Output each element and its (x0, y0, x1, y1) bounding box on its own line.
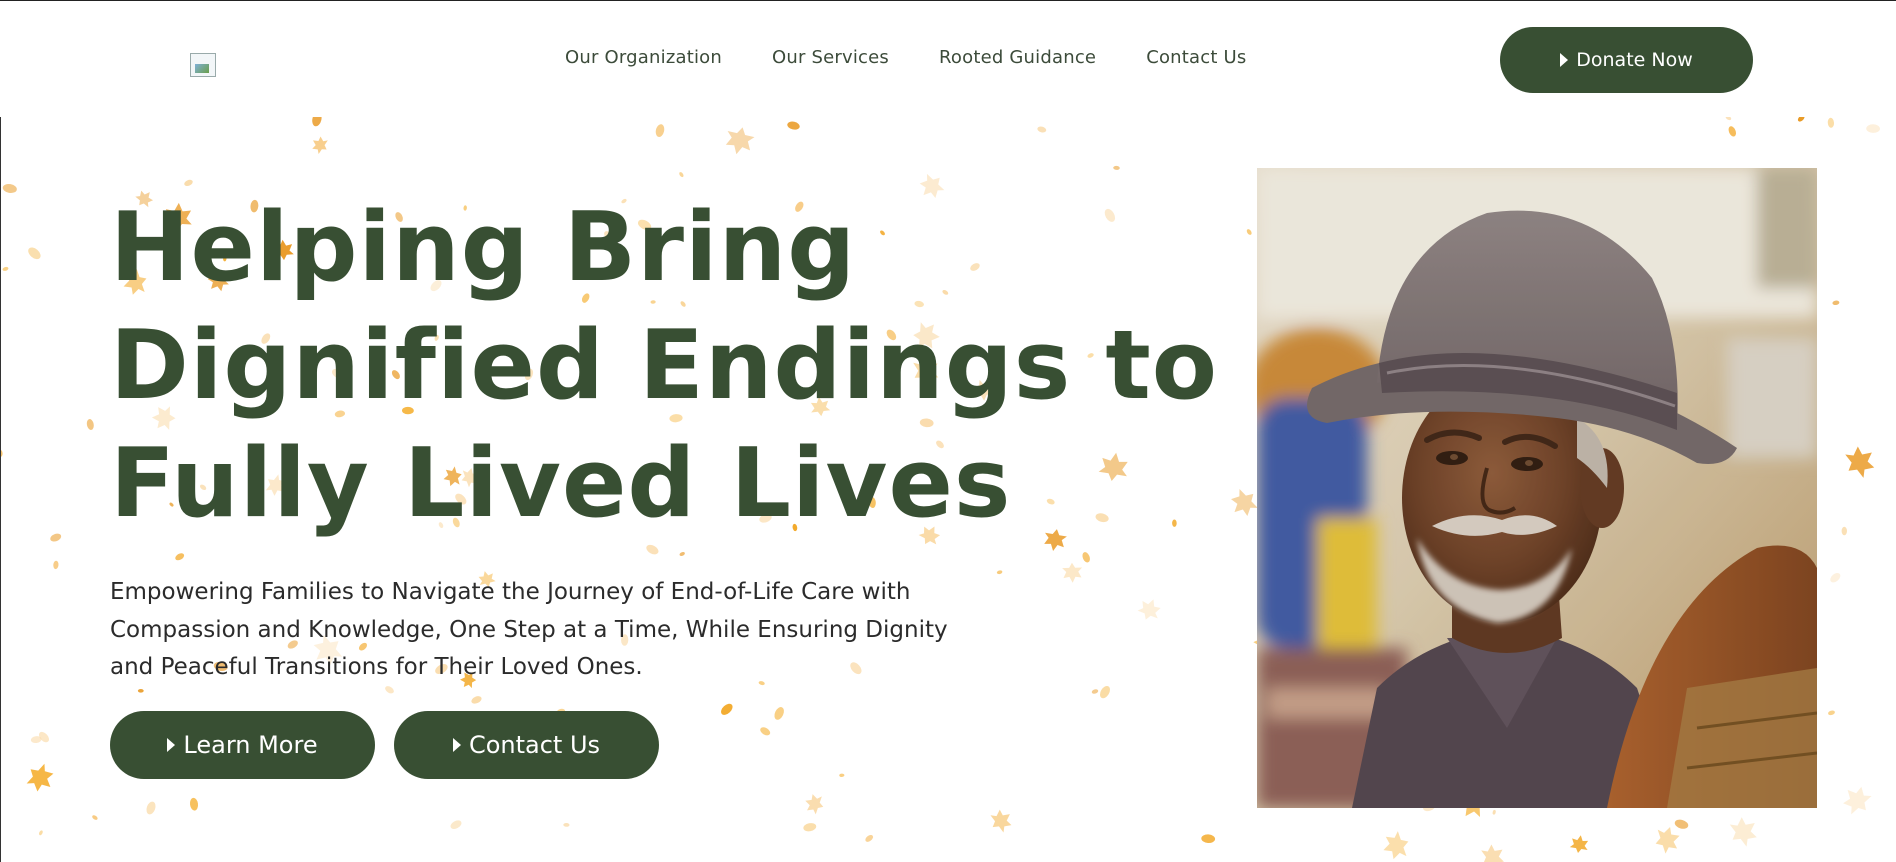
leaf-fleck (1201, 834, 1216, 844)
leaf-fleck (39, 830, 43, 836)
leaf-fleck (2, 266, 9, 271)
leaf-icon (990, 809, 1012, 833)
leaf-fleck (646, 544, 659, 555)
leaf-fleck (865, 834, 874, 842)
leaf-fleck (1827, 117, 1835, 128)
leaf-fleck (1100, 685, 1110, 699)
leaf-icon (1383, 831, 1409, 860)
leaf-fleck (175, 553, 185, 561)
leaf-fleck (184, 179, 193, 187)
leaf-fleck (721, 703, 733, 715)
leaf-fleck (1828, 710, 1835, 716)
leaf-fleck (760, 727, 771, 736)
leaf-icon (805, 794, 824, 815)
leaf-fleck (1082, 552, 1090, 563)
leaf-icon (1845, 446, 1875, 478)
leaf-fleck (28, 247, 41, 260)
leaf-icon (1655, 826, 1680, 854)
leaf-fleck (1797, 117, 1805, 122)
leaf-fleck (655, 124, 665, 138)
main-nav: Our Organization Our Services Rooted Gui… (565, 47, 1247, 68)
nav-item-contact-us[interactable]: Contact Us (1146, 47, 1246, 68)
play-triangle-icon (1560, 53, 1569, 67)
nav-item-our-organization[interactable]: Our Organization (565, 47, 722, 68)
donate-now-label: Donate Now (1576, 49, 1693, 71)
elderly-man-portrait-illustration (1257, 168, 1817, 808)
nav-item-our-services[interactable]: Our Services (772, 47, 889, 68)
contact-us-label: Contact Us (468, 731, 601, 759)
leaf-fleck (563, 822, 570, 827)
leaf-icon (26, 763, 54, 792)
contact-us-button[interactable]: Contact Us (394, 711, 659, 779)
leaf-fleck (86, 419, 94, 430)
leaf-fleck (679, 172, 684, 178)
leaf-fleck (1728, 126, 1736, 137)
leaf-fleck (1492, 809, 1496, 815)
site-header: Our Organization Our Services Rooted Gui… (0, 1, 1896, 117)
leaf-fleck (471, 696, 482, 704)
hero-subtext: Empowering Families to Navigate the Jour… (110, 579, 948, 680)
hero-headline-line-2: Dignified Endings to (110, 311, 1219, 421)
leaf-fleck (996, 570, 1003, 575)
leaf-fleck (1841, 526, 1848, 536)
leaf-fleck (1037, 126, 1047, 133)
leaf-icon (1729, 817, 1757, 847)
leaf-fleck (450, 820, 462, 830)
hero-headline-line-3: Fully Lived Lives (110, 429, 1012, 539)
leaf-fleck (679, 552, 685, 556)
leaf-icon (1569, 835, 1589, 853)
leaf-fleck (1113, 165, 1120, 170)
leaf-fleck (787, 121, 800, 130)
leaf-fleck (312, 117, 322, 127)
leaf-fleck (92, 815, 98, 820)
page: Our Organization Our Services Rooted Gui… (0, 0, 1896, 862)
hero-headline-line-1: Helping Bring (110, 193, 857, 303)
nav-item-rooted-guidance[interactable]: Rooted Guidance (939, 47, 1096, 68)
donate-now-button[interactable]: Donate Now (1500, 27, 1753, 93)
play-triangle-icon (167, 738, 176, 752)
hero-photo-elderly-man (1257, 168, 1817, 808)
leaf-fleck (1725, 117, 1732, 121)
leaf-fleck (1866, 124, 1880, 133)
learn-more-button[interactable]: Learn More (110, 711, 375, 779)
leaf-fleck (50, 533, 62, 542)
hero-cta-row: Learn More Contact Us (110, 711, 659, 779)
leaf-fleck (1674, 819, 1689, 829)
leaf-fleck (774, 707, 784, 720)
leaf-fleck (146, 801, 156, 815)
leaf-fleck (53, 560, 59, 570)
leaf-fleck (189, 797, 199, 811)
leaf-icon (312, 136, 328, 154)
logo-image[interactable] (190, 53, 216, 77)
leaf-fleck (839, 773, 845, 778)
leaf-icon (1481, 844, 1504, 862)
leaf-fleck (2, 183, 17, 194)
leaf-icon (1137, 599, 1161, 620)
hero-headline: Helping Bring Dignified Endings to Fully… (110, 189, 1260, 543)
leaf-icon (1062, 562, 1083, 583)
leaf-fleck (137, 689, 144, 693)
leaf-icon (1843, 786, 1872, 815)
play-triangle-icon (452, 738, 461, 752)
leaf-icon (725, 127, 755, 155)
leaf-fleck (803, 823, 817, 832)
leaf-fleck (1832, 300, 1840, 306)
left-border-line (0, 117, 1, 862)
leaf-fleck (1091, 689, 1099, 694)
learn-more-label: Learn More (183, 731, 318, 759)
leaf-fleck (1830, 572, 1841, 583)
